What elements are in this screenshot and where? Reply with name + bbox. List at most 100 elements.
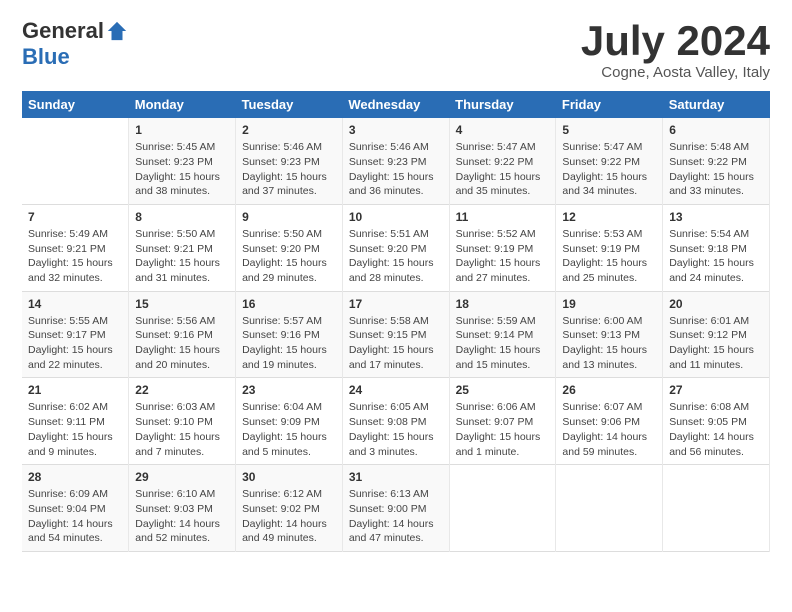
day-content: Sunrise: 5:50 AM Sunset: 9:20 PM Dayligh… [242, 228, 327, 284]
day-number: 31 [349, 470, 443, 484]
day-number: 21 [28, 383, 122, 397]
day-number: 18 [456, 297, 550, 311]
day-cell [22, 118, 129, 204]
day-content: Sunrise: 5:52 AM Sunset: 9:19 PM Dayligh… [456, 228, 541, 284]
day-cell: 2 Sunrise: 5:46 AM Sunset: 9:23 PM Daylig… [236, 118, 343, 204]
day-cell: 18 Sunrise: 5:59 AM Sunset: 9:14 PM Dayli… [449, 291, 556, 378]
day-number: 28 [28, 470, 122, 484]
day-cell: 28 Sunrise: 6:09 AM Sunset: 9:04 PM Dayli… [22, 465, 129, 552]
day-cell: 19 Sunrise: 6:00 AM Sunset: 9:13 PM Dayli… [556, 291, 663, 378]
calendar-page: General Blue July 2024 Cogne, Aosta Vall… [0, 0, 792, 612]
logo-icon [106, 20, 128, 42]
day-content: Sunrise: 6:01 AM Sunset: 9:12 PM Dayligh… [669, 315, 754, 371]
day-content: Sunrise: 6:03 AM Sunset: 9:10 PM Dayligh… [135, 401, 220, 457]
day-content: Sunrise: 6:07 AM Sunset: 9:06 PM Dayligh… [562, 401, 647, 457]
day-number: 11 [456, 210, 550, 224]
day-cell: 17Sunrise: 5:58 AM Sunset: 9:15 PM Dayli… [342, 291, 449, 378]
day-number: 13 [669, 210, 763, 224]
week-row-4: 28 Sunrise: 6:09 AM Sunset: 9:04 PM Dayli… [22, 465, 770, 552]
logo-blue-text: Blue [22, 44, 70, 70]
day-cell: 27 Sunrise: 6:08 AM Sunset: 9:05 PM Dayli… [663, 378, 770, 465]
day-number: 29 [135, 470, 229, 484]
day-number: 7 [28, 210, 122, 224]
day-cell: 15 Sunrise: 5:56 AM Sunset: 9:16 PM Dayli… [129, 291, 236, 378]
day-cell: 23Sunrise: 6:04 AM Sunset: 9:09 PM Dayli… [236, 378, 343, 465]
day-number: 19 [562, 297, 656, 311]
calendar-body: 1Sunrise: 5:45 AM Sunset: 9:23 PM Daylig… [22, 118, 770, 551]
day-number: 30 [242, 470, 336, 484]
day-cell: 11 Sunrise: 5:52 AM Sunset: 9:19 PM Dayli… [449, 204, 556, 291]
day-number: 26 [562, 383, 656, 397]
day-number: 6 [669, 123, 763, 137]
day-content: Sunrise: 6:05 AM Sunset: 9:08 PM Dayligh… [349, 401, 434, 457]
day-cell: 20 Sunrise: 6:01 AM Sunset: 9:12 PM Dayli… [663, 291, 770, 378]
day-content: Sunrise: 5:57 AM Sunset: 9:16 PM Dayligh… [242, 315, 327, 371]
day-cell: 25 Sunrise: 6:06 AM Sunset: 9:07 PM Dayli… [449, 378, 556, 465]
header: General Blue July 2024 Cogne, Aosta Vall… [22, 18, 770, 81]
day-cell: 14 Sunrise: 5:55 AM Sunset: 9:17 PM Dayli… [22, 291, 129, 378]
day-cell [449, 465, 556, 552]
header-cell-wednesday: Wednesday [342, 91, 449, 118]
day-content: Sunrise: 6:00 AM Sunset: 9:13 PM Dayligh… [562, 315, 647, 371]
day-cell: 3Sunrise: 5:46 AM Sunset: 9:23 PM Daylig… [342, 118, 449, 204]
day-cell: 8 Sunrise: 5:50 AM Sunset: 9:21 PM Daylig… [129, 204, 236, 291]
header-row: SundayMondayTuesdayWednesdayThursdayFrid… [22, 91, 770, 118]
day-content: Sunrise: 6:06 AM Sunset: 9:07 PM Dayligh… [456, 401, 541, 457]
day-content: Sunrise: 5:53 AM Sunset: 9:19 PM Dayligh… [562, 228, 647, 284]
day-content: Sunrise: 5:59 AM Sunset: 9:14 PM Dayligh… [456, 315, 541, 371]
header-cell-thursday: Thursday [449, 91, 556, 118]
day-number: 16 [242, 297, 336, 311]
day-content: Sunrise: 6:09 AM Sunset: 9:04 PM Dayligh… [28, 488, 113, 544]
day-cell: 26 Sunrise: 6:07 AM Sunset: 9:06 PM Dayli… [556, 378, 663, 465]
calendar-header: SundayMondayTuesdayWednesdayThursdayFrid… [22, 91, 770, 118]
day-number: 12 [562, 210, 656, 224]
day-number: 20 [669, 297, 763, 311]
day-content: Sunrise: 5:56 AM Sunset: 9:16 PM Dayligh… [135, 315, 220, 371]
day-content: Sunrise: 5:47 AM Sunset: 9:22 PM Dayligh… [562, 141, 647, 197]
header-cell-friday: Friday [556, 91, 663, 118]
day-number: 4 [456, 123, 550, 137]
day-number: 27 [669, 383, 763, 397]
day-content: Sunrise: 5:47 AM Sunset: 9:22 PM Dayligh… [456, 141, 541, 197]
day-content: Sunrise: 5:49 AM Sunset: 9:21 PM Dayligh… [28, 228, 113, 284]
day-cell: 6 Sunrise: 5:48 AM Sunset: 9:22 PM Daylig… [663, 118, 770, 204]
day-content: Sunrise: 5:48 AM Sunset: 9:22 PM Dayligh… [669, 141, 754, 197]
day-cell: 30Sunrise: 6:12 AM Sunset: 9:02 PM Dayli… [236, 465, 343, 552]
day-number: 25 [456, 383, 550, 397]
day-content: Sunrise: 5:50 AM Sunset: 9:21 PM Dayligh… [135, 228, 220, 284]
day-content: Sunrise: 6:08 AM Sunset: 9:05 PM Dayligh… [669, 401, 754, 457]
day-number: 22 [135, 383, 229, 397]
day-content: Sunrise: 6:10 AM Sunset: 9:03 PM Dayligh… [135, 488, 220, 544]
day-number: 8 [135, 210, 229, 224]
day-content: Sunrise: 5:55 AM Sunset: 9:17 PM Dayligh… [28, 315, 113, 371]
day-cell: 13 Sunrise: 5:54 AM Sunset: 9:18 PM Dayli… [663, 204, 770, 291]
location: Cogne, Aosta Valley, Italy [581, 64, 770, 81]
day-cell: 24Sunrise: 6:05 AM Sunset: 9:08 PM Dayli… [342, 378, 449, 465]
day-cell: 4 Sunrise: 5:47 AM Sunset: 9:22 PM Daylig… [449, 118, 556, 204]
day-cell: 7 Sunrise: 5:49 AM Sunset: 9:21 PM Daylig… [22, 204, 129, 291]
day-cell [663, 465, 770, 552]
day-content: Sunrise: 5:54 AM Sunset: 9:18 PM Dayligh… [669, 228, 754, 284]
day-content: Sunrise: 5:51 AM Sunset: 9:20 PM Dayligh… [349, 228, 434, 284]
logo: General Blue [22, 18, 128, 70]
day-number: 2 [242, 123, 336, 137]
header-cell-monday: Monday [129, 91, 236, 118]
day-content: Sunrise: 5:46 AM Sunset: 9:23 PM Dayligh… [242, 141, 327, 197]
day-content: Sunrise: 5:45 AM Sunset: 9:23 PM Dayligh… [135, 141, 220, 197]
day-number: 15 [135, 297, 229, 311]
week-row-3: 21Sunrise: 6:02 AM Sunset: 9:11 PM Dayli… [22, 378, 770, 465]
day-cell: 16 Sunrise: 5:57 AM Sunset: 9:16 PM Dayli… [236, 291, 343, 378]
title-block: July 2024 Cogne, Aosta Valley, Italy [581, 18, 770, 81]
day-cell: 21Sunrise: 6:02 AM Sunset: 9:11 PM Dayli… [22, 378, 129, 465]
day-number: 10 [349, 210, 443, 224]
week-row-1: 7 Sunrise: 5:49 AM Sunset: 9:21 PM Daylig… [22, 204, 770, 291]
day-cell: 5 Sunrise: 5:47 AM Sunset: 9:22 PM Daylig… [556, 118, 663, 204]
day-number: 3 [349, 123, 443, 137]
day-number: 5 [562, 123, 656, 137]
day-number: 9 [242, 210, 336, 224]
month-title: July 2024 [581, 18, 770, 64]
header-cell-saturday: Saturday [663, 91, 770, 118]
day-cell: 12 Sunrise: 5:53 AM Sunset: 9:19 PM Dayli… [556, 204, 663, 291]
day-cell [556, 465, 663, 552]
day-number: 14 [28, 297, 122, 311]
